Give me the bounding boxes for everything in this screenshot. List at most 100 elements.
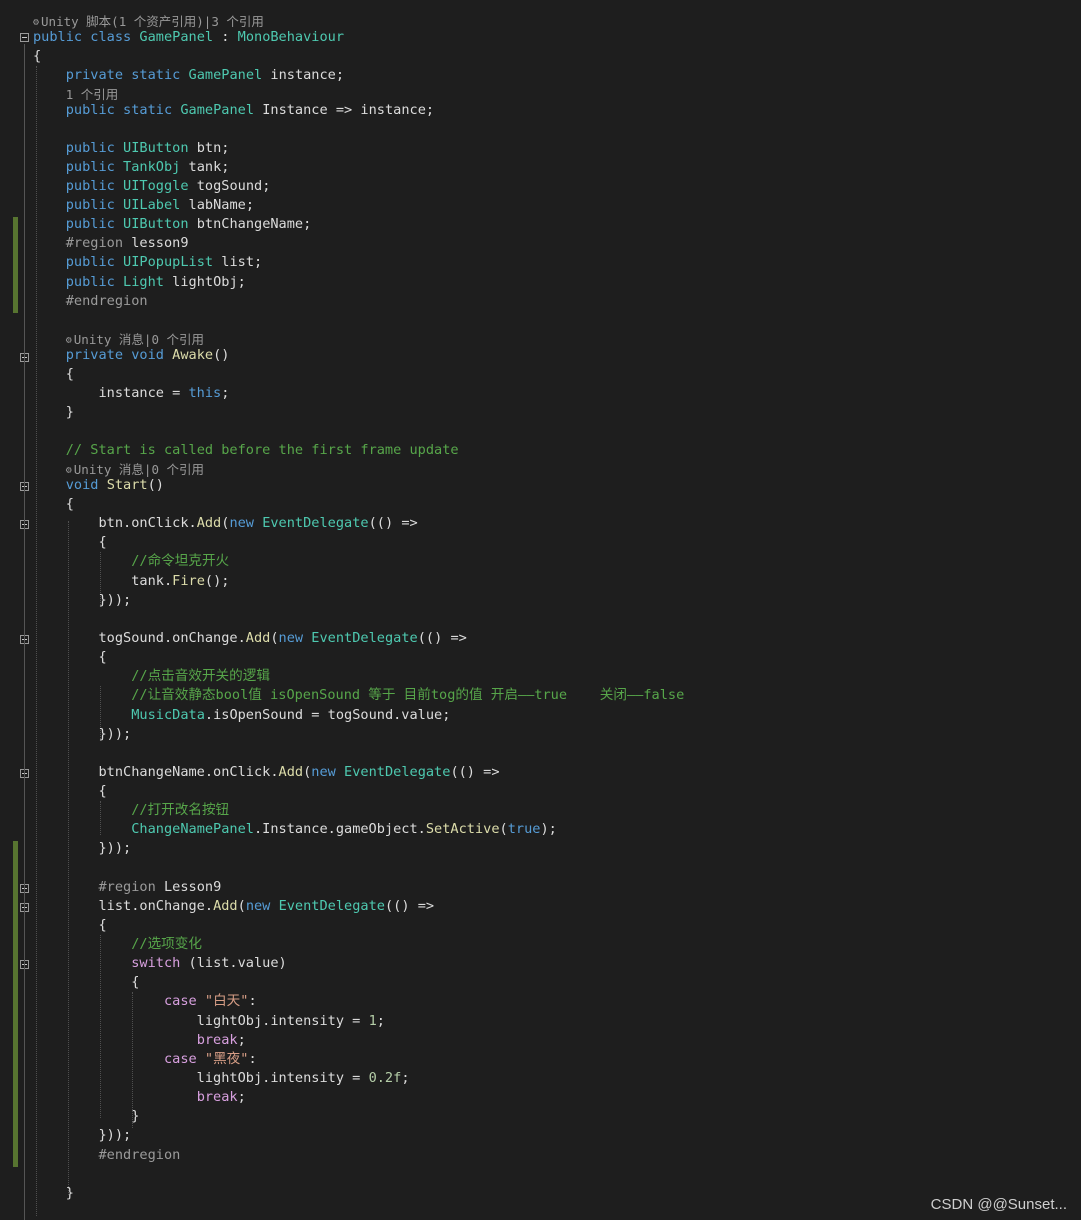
code-token: tank; — [180, 159, 230, 175]
code-token: private — [65, 347, 124, 363]
code-token: labName; — [180, 197, 255, 213]
code-token: Light — [123, 274, 164, 290]
code-line: break; — [33, 1088, 246, 1107]
code-line: public UIPopupList list; — [33, 253, 262, 272]
code-token: ChangeNamePanel — [131, 821, 254, 837]
code-token: { — [33, 649, 107, 665]
code-line: } — [33, 1184, 74, 1203]
code-token: static — [123, 102, 173, 118]
code-token: GamePanel — [180, 102, 255, 118]
code-token: lightObj; — [163, 274, 246, 290]
code-line: case "黑夜": — [33, 1050, 257, 1069]
code-token: static — [131, 67, 181, 83]
codelens-text[interactable]: Unity 消息|0 个引用 — [74, 462, 204, 477]
code-token: this — [188, 385, 222, 401]
code-line: btn.onClick.Add(new EventDelegate(() => — [33, 514, 418, 533]
code-token: { — [33, 48, 42, 64]
code-token: } — [33, 1108, 140, 1124]
fold-toggle-icon[interactable] — [20, 33, 29, 42]
code-line: // Start is called before the first fram… — [33, 441, 459, 460]
code-token: : — [213, 29, 238, 45]
code-token: btn.onClick. — [33, 515, 197, 531]
code-token: btnChangeName; — [188, 216, 312, 232]
code-token: EventDelegate — [262, 515, 369, 531]
code-line: } — [33, 403, 74, 422]
code-token: (() => — [384, 898, 435, 914]
code-token: #endregion — [65, 293, 148, 309]
code-token: #endregion — [98, 1147, 181, 1163]
code-line: switch (list.value) — [33, 954, 287, 973]
code-editor[interactable]: ⚙ Unity 脚本(1 个资产引用)|3 个引用 public class Gam… — [0, 0, 1081, 1220]
code-token: Fire — [172, 573, 205, 589]
code-token: ( — [270, 630, 279, 646]
code-line: //打开改名按钮 — [33, 801, 229, 820]
code-token: tank. — [33, 573, 173, 589]
codelens-text[interactable]: 1 个引用 — [66, 87, 119, 102]
code-token: ); — [540, 821, 557, 837]
code-token: //打开改名按钮 — [131, 802, 230, 818]
code-token: public — [33, 29, 83, 45]
code-token: (() => — [368, 515, 418, 531]
code-token: ; — [221, 385, 230, 401]
code-token: .Instance.gameObject. — [253, 821, 426, 837]
code-token: togSound; — [188, 178, 271, 194]
code-token: Add — [278, 764, 304, 780]
code-line: //点击音效开关的逻辑 — [33, 667, 270, 686]
code-line: private void Awake() — [33, 346, 230, 365]
code-token: //让音效静态bool值 isOpenSound 等于 目前tog的值 开启——… — [131, 687, 685, 703]
code-token: { — [33, 917, 107, 933]
code-token: UIPopupList — [123, 254, 214, 270]
code-token: EventDelegate — [311, 630, 418, 646]
code-line: togSound.onChange.Add(new EventDelegate(… — [33, 629, 466, 648]
code-token: () — [213, 347, 230, 363]
code-token: EventDelegate — [344, 764, 451, 780]
code-token: { — [33, 496, 74, 512]
code-line: { — [33, 47, 41, 66]
code-token: SetActive — [425, 821, 500, 837]
code-token: Add — [196, 515, 222, 531]
code-token: UIToggle — [123, 178, 189, 194]
code-line: public static GamePanel Instance => inst… — [33, 101, 434, 120]
code-line: ChangeNamePanel.Instance.gameObject.SetA… — [33, 820, 557, 839]
code-token: lightObj.intensity = — [33, 1070, 369, 1086]
code-line: tank.Fire(); — [33, 572, 229, 591]
codelens-text[interactable]: Unity 脚本(1 个资产引用)|3 个引用 — [41, 14, 264, 29]
code-line: } — [33, 1107, 139, 1126]
code-line: public Light lightObj; — [33, 273, 246, 292]
code-token: //选项变化 — [131, 936, 202, 952]
codelens-text[interactable]: Unity 消息|0 个引用 — [74, 332, 204, 347]
change-marker — [13, 841, 18, 1167]
code-token: { — [33, 783, 107, 799]
code-token: 1 — [368, 1013, 377, 1029]
code-token: #region — [65, 235, 124, 251]
code-token: btn; — [188, 140, 230, 156]
code-token: public — [65, 140, 115, 156]
code-line: //命令坦克开火 — [33, 552, 229, 571]
code-token: { — [33, 974, 140, 990]
code-token: : — [248, 1051, 257, 1067]
code-token: true — [507, 821, 541, 837]
code-line: list.onChange.Add(new EventDelegate(() =… — [33, 897, 434, 916]
code-line: public UIToggle togSound; — [33, 177, 271, 196]
